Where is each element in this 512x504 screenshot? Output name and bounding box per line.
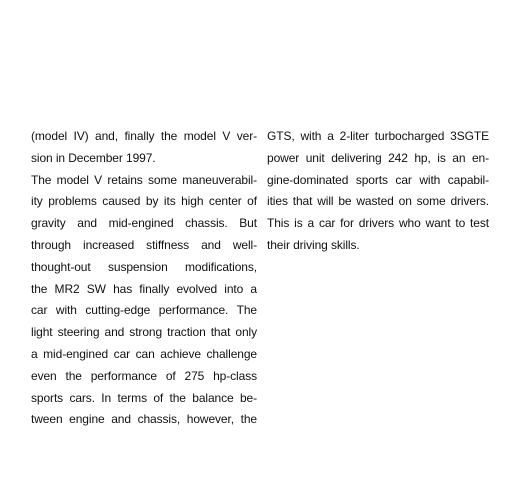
text-line: ity problems caused by its high center o…: [31, 194, 257, 209]
text-line: through increased stiffness and well-: [31, 237, 257, 252]
text-line: gine-dominated sports car with capabil-: [267, 172, 489, 187]
text-line: The model V retains some maneuverabil-: [31, 172, 257, 187]
text-line: power unit delivering 242 hp, is an en-: [267, 150, 489, 165]
text-column-left: (model IV) and, finally the model V ver-…: [31, 126, 257, 431]
text-line: the MR2 SW has finally evolved into a: [31, 281, 257, 296]
text-line: even the performance of 275 hp-class: [31, 368, 257, 383]
text-line: ities that will be wasted on some driver…: [267, 194, 489, 209]
text-line: sports cars. In terms of the balance be-: [31, 390, 257, 405]
document-page: (model IV) and, finally the model V ver-…: [0, 0, 512, 504]
text-line: This is a car for drivers who want to te…: [267, 216, 489, 231]
text-line: sion in December 1997.: [31, 150, 156, 165]
text-column-right: GTS, with a 2-liter turbocharged 3SGTE p…: [267, 126, 489, 257]
text-line: car with cutting-edge performance. The: [31, 303, 257, 318]
text-line: light steering and strong traction that …: [31, 325, 257, 340]
text-line: GTS, with a 2-liter turbocharged 3SGTE: [267, 129, 489, 143]
text-line: their driving skills.: [267, 237, 360, 252]
text-line: thought-out suspension modifications,: [31, 259, 257, 274]
text-line: a mid-engined car can achieve challenge: [31, 346, 257, 361]
text-line: gravity and mid-engined chassis. But: [31, 216, 257, 231]
text-line: tween engine and chassis, however, the: [31, 412, 257, 427]
text-line: (model IV) and, finally the model V ver-: [31, 129, 257, 143]
